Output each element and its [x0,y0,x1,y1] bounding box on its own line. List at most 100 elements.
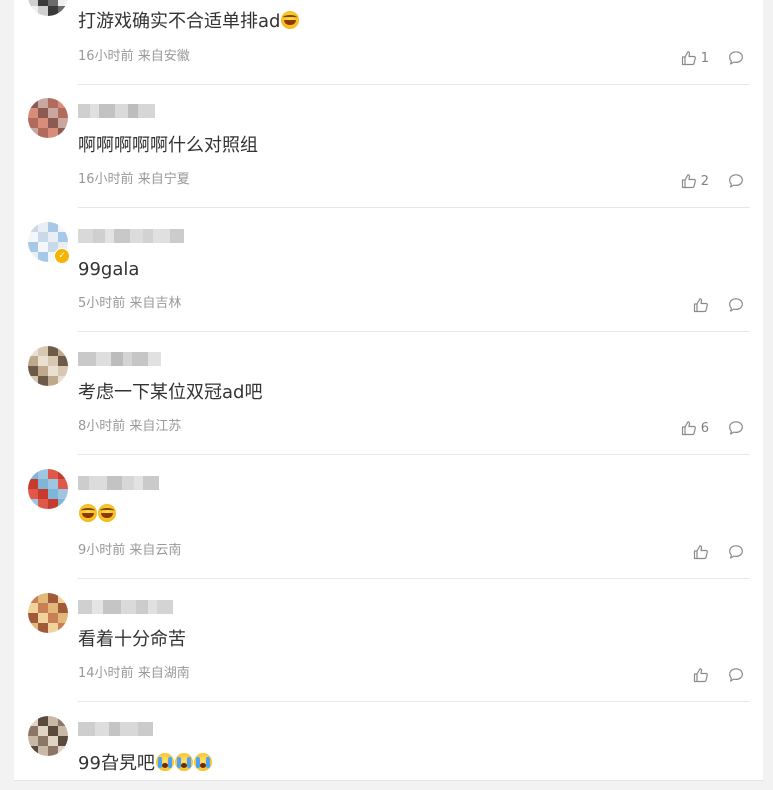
username-pixel-block [170,229,184,243]
username-pixel-block [78,229,93,243]
comment-bubble-icon [728,297,744,313]
username-pixel-block [148,352,161,366]
verified-badge-icon: ✓ [54,248,70,264]
username-pixel-block [132,352,148,366]
comment-meta: 5小时前 来自吉林 [78,296,181,312]
thumbs-up-icon [693,667,709,683]
comment-meta: 14小时前 来自湖南 [78,666,190,682]
comment-divider [78,331,750,332]
comment-text-content: 考虑一下某位双冠ad吧 [78,382,263,403]
comment-time: 9小时前 [78,543,126,558]
username-pixel-block [153,229,170,243]
username-pixel-block [111,352,123,366]
username-pixel-block [115,104,128,118]
like-button[interactable]: 6 [681,420,709,436]
comment-meta: 8小时前 来自江苏 [78,419,181,435]
username-pixel-block [95,722,109,736]
username-pixel-block [99,104,115,118]
username-pixel-block [78,722,95,736]
username-pixel-block [78,476,89,490]
comment-actions [693,542,744,562]
reply-button[interactable] [728,667,744,683]
like-button[interactable] [693,544,709,560]
like-count: 6 [700,420,709,436]
comment-divider [78,578,750,579]
username-redacted[interactable] [78,600,173,614]
thumbs-up-icon [693,297,709,313]
like-count: 2 [700,173,709,189]
comment-divider [78,84,750,85]
comment-location: 来自湖南 [137,666,190,681]
username-pixel-block [78,352,96,366]
comment-text: 啊啊啊啊啊什么对照组 [78,134,258,158]
comment-time: 14小时前 [78,666,134,681]
reply-button[interactable] [728,173,744,189]
avatar[interactable] [28,98,68,138]
username-redacted[interactable] [78,722,153,736]
username-redacted[interactable] [78,104,155,118]
username-pixel-block [78,104,90,118]
comment-location: 来自宁夏 [137,172,190,187]
comment-text: 99旮旯吧 [78,752,212,776]
comment-divider [78,454,750,455]
comment-meta: 16小时前 来自安徽 [78,49,190,65]
comment-time: 5小时前 [78,296,126,311]
like-button[interactable] [693,667,709,683]
username-pixel-block [136,600,148,614]
laughing-tears-emoji-icon [79,504,97,522]
comment-location: 来自安徽 [137,49,190,64]
comment-meta: 16小时前 来自宁夏 [78,172,190,188]
comment-list: 打游戏确实不合适单排ad 16小时前 来自安徽 1 啊啊啊啊啊什么对照组 16小时前 来… [14,0,763,790]
avatar[interactable] [28,0,68,16]
comment-meta: 9小时前 来自云南 [78,543,181,559]
comment-divider [78,701,750,702]
comment-location: 来自云南 [129,543,182,558]
comment-text-content: 啊啊啊啊啊什么对照组 [78,135,258,156]
comment-bubble-icon [728,173,744,189]
username-pixel-block [121,600,136,614]
username-pixel-block [143,476,159,490]
comment-text: 打游戏确实不合适单排ad [78,10,300,34]
like-button[interactable]: 2 [681,173,709,189]
username-redacted[interactable] [78,229,184,243]
thumbs-up-icon [681,173,697,189]
reply-button[interactable] [728,420,744,436]
username-pixel-block [128,104,138,118]
comment-divider [78,207,750,208]
crying-emoji-icon [155,753,174,771]
comment-actions: 1 [681,48,744,68]
comment-text-content: 看着十分命苦 [78,629,186,650]
username-pixel-block [143,229,153,243]
crying-emoji-icon [174,753,193,771]
thumbs-up-icon [681,420,697,436]
username-pixel-block [157,600,173,614]
comment-location: 来自吉林 [129,296,182,311]
like-button[interactable]: 1 [681,50,709,66]
reply-button[interactable] [728,544,744,560]
avatar[interactable] [28,593,68,633]
comment-text-content: 打游戏确实不合适单排ad [78,11,281,32]
comment-text: 考虑一下某位双冠ad吧 [78,381,262,405]
comment-bubble-icon [728,50,744,66]
avatar[interactable] [28,346,68,386]
avatar[interactable] [28,469,68,509]
username-pixel-block [93,229,105,243]
reply-button[interactable] [728,297,744,313]
thumbs-up-icon [693,544,709,560]
like-button[interactable] [693,297,709,313]
comment-bubble-icon [728,420,744,436]
laughing-tears-emoji-icon [98,504,116,522]
comment-actions: 6 [681,418,744,438]
username-pixel-block [120,722,138,736]
username-redacted[interactable] [78,352,161,366]
reply-button[interactable] [728,50,744,66]
username-redacted[interactable] [78,476,159,490]
username-pixel-block [78,600,92,614]
username-pixel-block [96,352,111,366]
laughing-tears-emoji-icon [281,11,300,29]
comment-text: 看着十分命苦 [78,628,186,652]
username-pixel-block [138,722,153,736]
avatar[interactable] [28,716,68,756]
username-pixel-block [89,476,107,490]
comment-actions [693,665,744,685]
